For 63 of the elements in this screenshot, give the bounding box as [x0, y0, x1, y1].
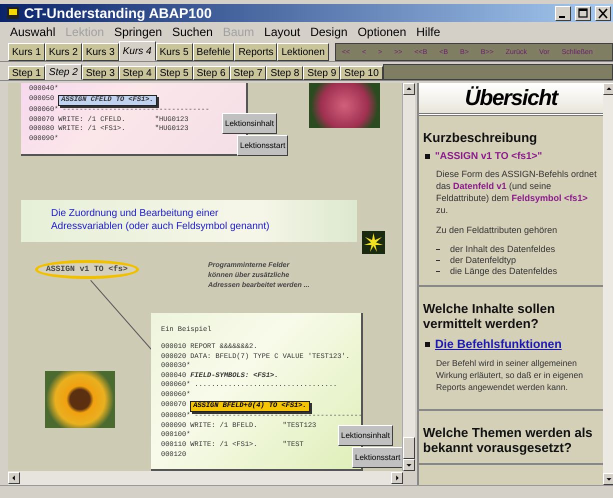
step-tab[interactable]: Step 4 [118, 66, 156, 80]
step-tab[interactable]: Step 7 [230, 66, 266, 80]
menu-item[interactable]: Optionen [358, 25, 406, 39]
menu-item[interactable]: Design [310, 25, 348, 39]
scroll-up-button[interactable] [403, 83, 415, 95]
step-tab[interactable]: Step 6 [192, 66, 230, 80]
scroll-left-button[interactable] [8, 472, 20, 484]
app-icon [6, 6, 20, 20]
minimize-button[interactable] [555, 6, 571, 20]
course-tab[interactable]: Kurs 2 [44, 43, 82, 61]
step-tab[interactable]: Step 9 [303, 66, 340, 80]
course-tab[interactable]: Reports [234, 43, 278, 61]
lesson-content-button[interactable]: Lektionsinhalt [222, 113, 277, 134]
star-icon [362, 231, 385, 254]
dash-icon [436, 271, 440, 272]
menu-item[interactable]: Auswahl [10, 25, 56, 39]
command-text: "ASSIGN v1 TO <fs1>" [435, 151, 542, 162]
step-tab[interactable]: Step 10 [340, 66, 383, 80]
course-tab[interactable]: Kurs 3 [82, 43, 119, 61]
close-button[interactable] [595, 6, 611, 20]
dash-icon [436, 249, 440, 250]
maximize-button[interactable] [575, 6, 591, 20]
step-tab[interactable]: Step 2 [44, 64, 82, 80]
step-tab[interactable]: Step 8 [266, 66, 304, 80]
lesson-start-button[interactable]: Lektionsstart [237, 135, 288, 156]
bullet-icon [425, 342, 430, 346]
section-title: Welche Themen werden als bekannt vorausgesetzt? [423, 425, 594, 455]
scroll-down-button[interactable] [603, 473, 613, 485]
course-tab[interactable]: Befehle [192, 43, 234, 61]
dash-icon [436, 260, 440, 261]
lesson-start-button[interactable]: Lektionsstart [352, 447, 402, 468]
window-title: CT-Understanding ABAP100 [24, 5, 213, 21]
photo-placeholder [45, 371, 115, 428]
bullet-icon [425, 154, 430, 159]
step-tab[interactable]: Step 1 [8, 66, 45, 80]
callout-label: ASSIGN v1 TO <fs> [35, 260, 139, 279]
description-text: Diese Form des ASSIGN-Befehls ordnet das Datenfeld v1 (und seine Feldattribute) dem Feldsymbol <fs1> zu. [436, 168, 598, 216]
list-item: der Inhalt des Datenfeldes [450, 244, 556, 255]
course-tab[interactable]: Lektionen [277, 43, 329, 61]
menu-item[interactable]: Hilfe [416, 25, 440, 39]
menu-item[interactable]: Layout [264, 25, 300, 39]
photo-placeholder [309, 83, 380, 128]
section-title: Kurzbeschreibung [423, 130, 538, 145]
lesson-content-button[interactable]: Lektionsinhalt [338, 425, 393, 446]
section-title: Welche Inhalte sollen vermittelt werden? [423, 301, 556, 331]
title-banner: Die Zuordnung und Bearbeitung einer Adressvariablen (oder auch Feldsymbol genannt) [21, 200, 357, 242]
course-tab[interactable]: Kurs 1 [8, 43, 45, 61]
topic-link[interactable]: Die Befehlsfunktionen [435, 337, 562, 351]
step-tab[interactable]: Step 3 [82, 66, 119, 80]
scroll-thumb[interactable] [403, 437, 415, 459]
menu-item[interactable]: Springen [114, 25, 162, 39]
course-tab[interactable]: Kurs 4 [118, 41, 156, 61]
scroll-up-button[interactable] [603, 83, 613, 95]
course-tab[interactable]: Kurs 5 [156, 43, 193, 61]
list-item: der Datenfeldtyp [450, 255, 516, 266]
scroll-down-button[interactable] [403, 459, 415, 471]
menu-item[interactable]: Suchen [172, 25, 213, 39]
description-text: Zu den Feldattributen gehören [436, 224, 558, 236]
step-tab[interactable]: Step 5 [156, 66, 193, 80]
description-text: Der Befehl wird in seiner allgemeinen Wirkung erläutert, so daß er in eigenen Reports angewendet werden kann. [436, 357, 584, 393]
list-item: die Länge des Datenfeldes [450, 266, 558, 277]
scroll-right-button[interactable] [391, 472, 403, 484]
overview-heading: Übersicht [419, 83, 603, 116]
